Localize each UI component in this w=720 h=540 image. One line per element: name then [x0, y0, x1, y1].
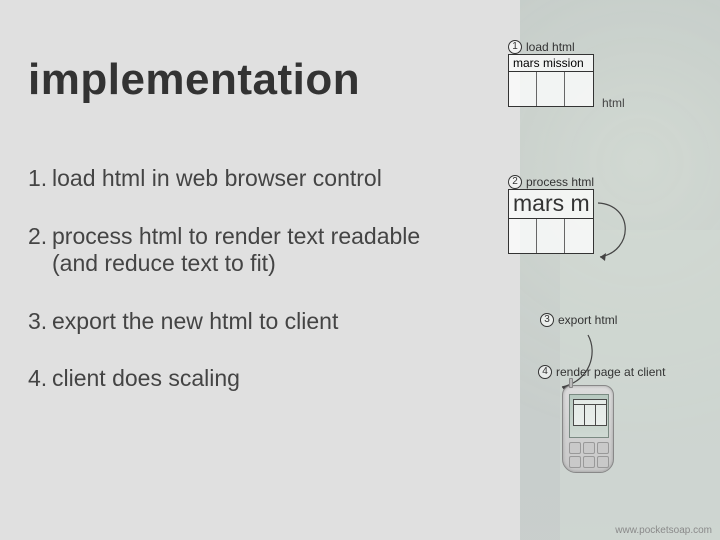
step-bubble-icon: 3 [540, 313, 554, 327]
step-bubble-icon: 2 [508, 175, 522, 189]
caption-text: process html [526, 175, 594, 189]
phone-antenna [569, 378, 573, 388]
page-title: implementation [28, 55, 360, 105]
list-text: load html in web browser control [52, 165, 458, 193]
diagram-caption: 3 export html [540, 313, 617, 327]
phone-icon [562, 385, 614, 473]
phone-button [597, 442, 609, 454]
mini-cell [585, 405, 596, 425]
list-number: 3. [28, 308, 52, 336]
diagram-caption: 2 process html [508, 175, 594, 189]
caption-text: export html [558, 313, 617, 327]
list-item: 3. export the new html to client [28, 308, 458, 336]
caption-text: load html [526, 40, 575, 54]
mini-cell [574, 405, 585, 425]
phone-button [583, 442, 595, 454]
table-cells [509, 72, 593, 106]
phone-button [569, 456, 581, 468]
list-number: 4. [28, 365, 52, 393]
phone-button [597, 456, 609, 468]
table-cell [509, 219, 537, 253]
phone-screen [569, 394, 609, 438]
diagram-step-4: 4 render page at client [538, 365, 665, 379]
phone-button [583, 456, 595, 468]
step-bubble-icon: 4 [538, 365, 552, 379]
mini-cell [596, 405, 606, 425]
slide: implementation 1. load html in web brows… [0, 0, 720, 540]
table-cell [537, 219, 565, 253]
list-number: 2. [28, 223, 52, 278]
table-header: mars mission [509, 55, 593, 72]
curved-arrow-icon [568, 199, 638, 264]
list-text: client does scaling [52, 365, 458, 393]
table-cell [565, 72, 593, 106]
steps-list: 1. load html in web browser control 2. p… [28, 165, 458, 423]
side-caption: html [602, 96, 625, 110]
list-item: 2. process html to render text readable … [28, 223, 458, 278]
mini-table [573, 399, 607, 426]
phone-button [569, 442, 581, 454]
diagram-step-3: 3 export html [540, 313, 617, 327]
phone-buttons [569, 442, 609, 468]
footer-credit: www.pocketsoap.com [615, 525, 712, 536]
table-cell [537, 72, 565, 106]
diagram-step-1: 1 load html mars mission html [508, 40, 594, 107]
curved-arrow-icon [550, 333, 600, 393]
mini-browser-table: mars mission [508, 54, 594, 107]
caption-text: render page at client [556, 365, 665, 379]
list-text: process html to render text readable (an… [52, 223, 458, 278]
mini-table-cells [574, 405, 606, 425]
diagram-step-2: 2 process html mars m [508, 175, 594, 254]
table-cell [509, 72, 537, 106]
step-bubble-icon: 1 [508, 40, 522, 54]
diagram-caption: 4 render page at client [538, 365, 665, 379]
list-item: 1. load html in web browser control [28, 165, 458, 193]
diagram-caption: 1 load html [508, 40, 594, 54]
list-number: 1. [28, 165, 52, 193]
list-item: 4. client does scaling [28, 365, 458, 393]
list-text: export the new html to client [52, 308, 458, 336]
